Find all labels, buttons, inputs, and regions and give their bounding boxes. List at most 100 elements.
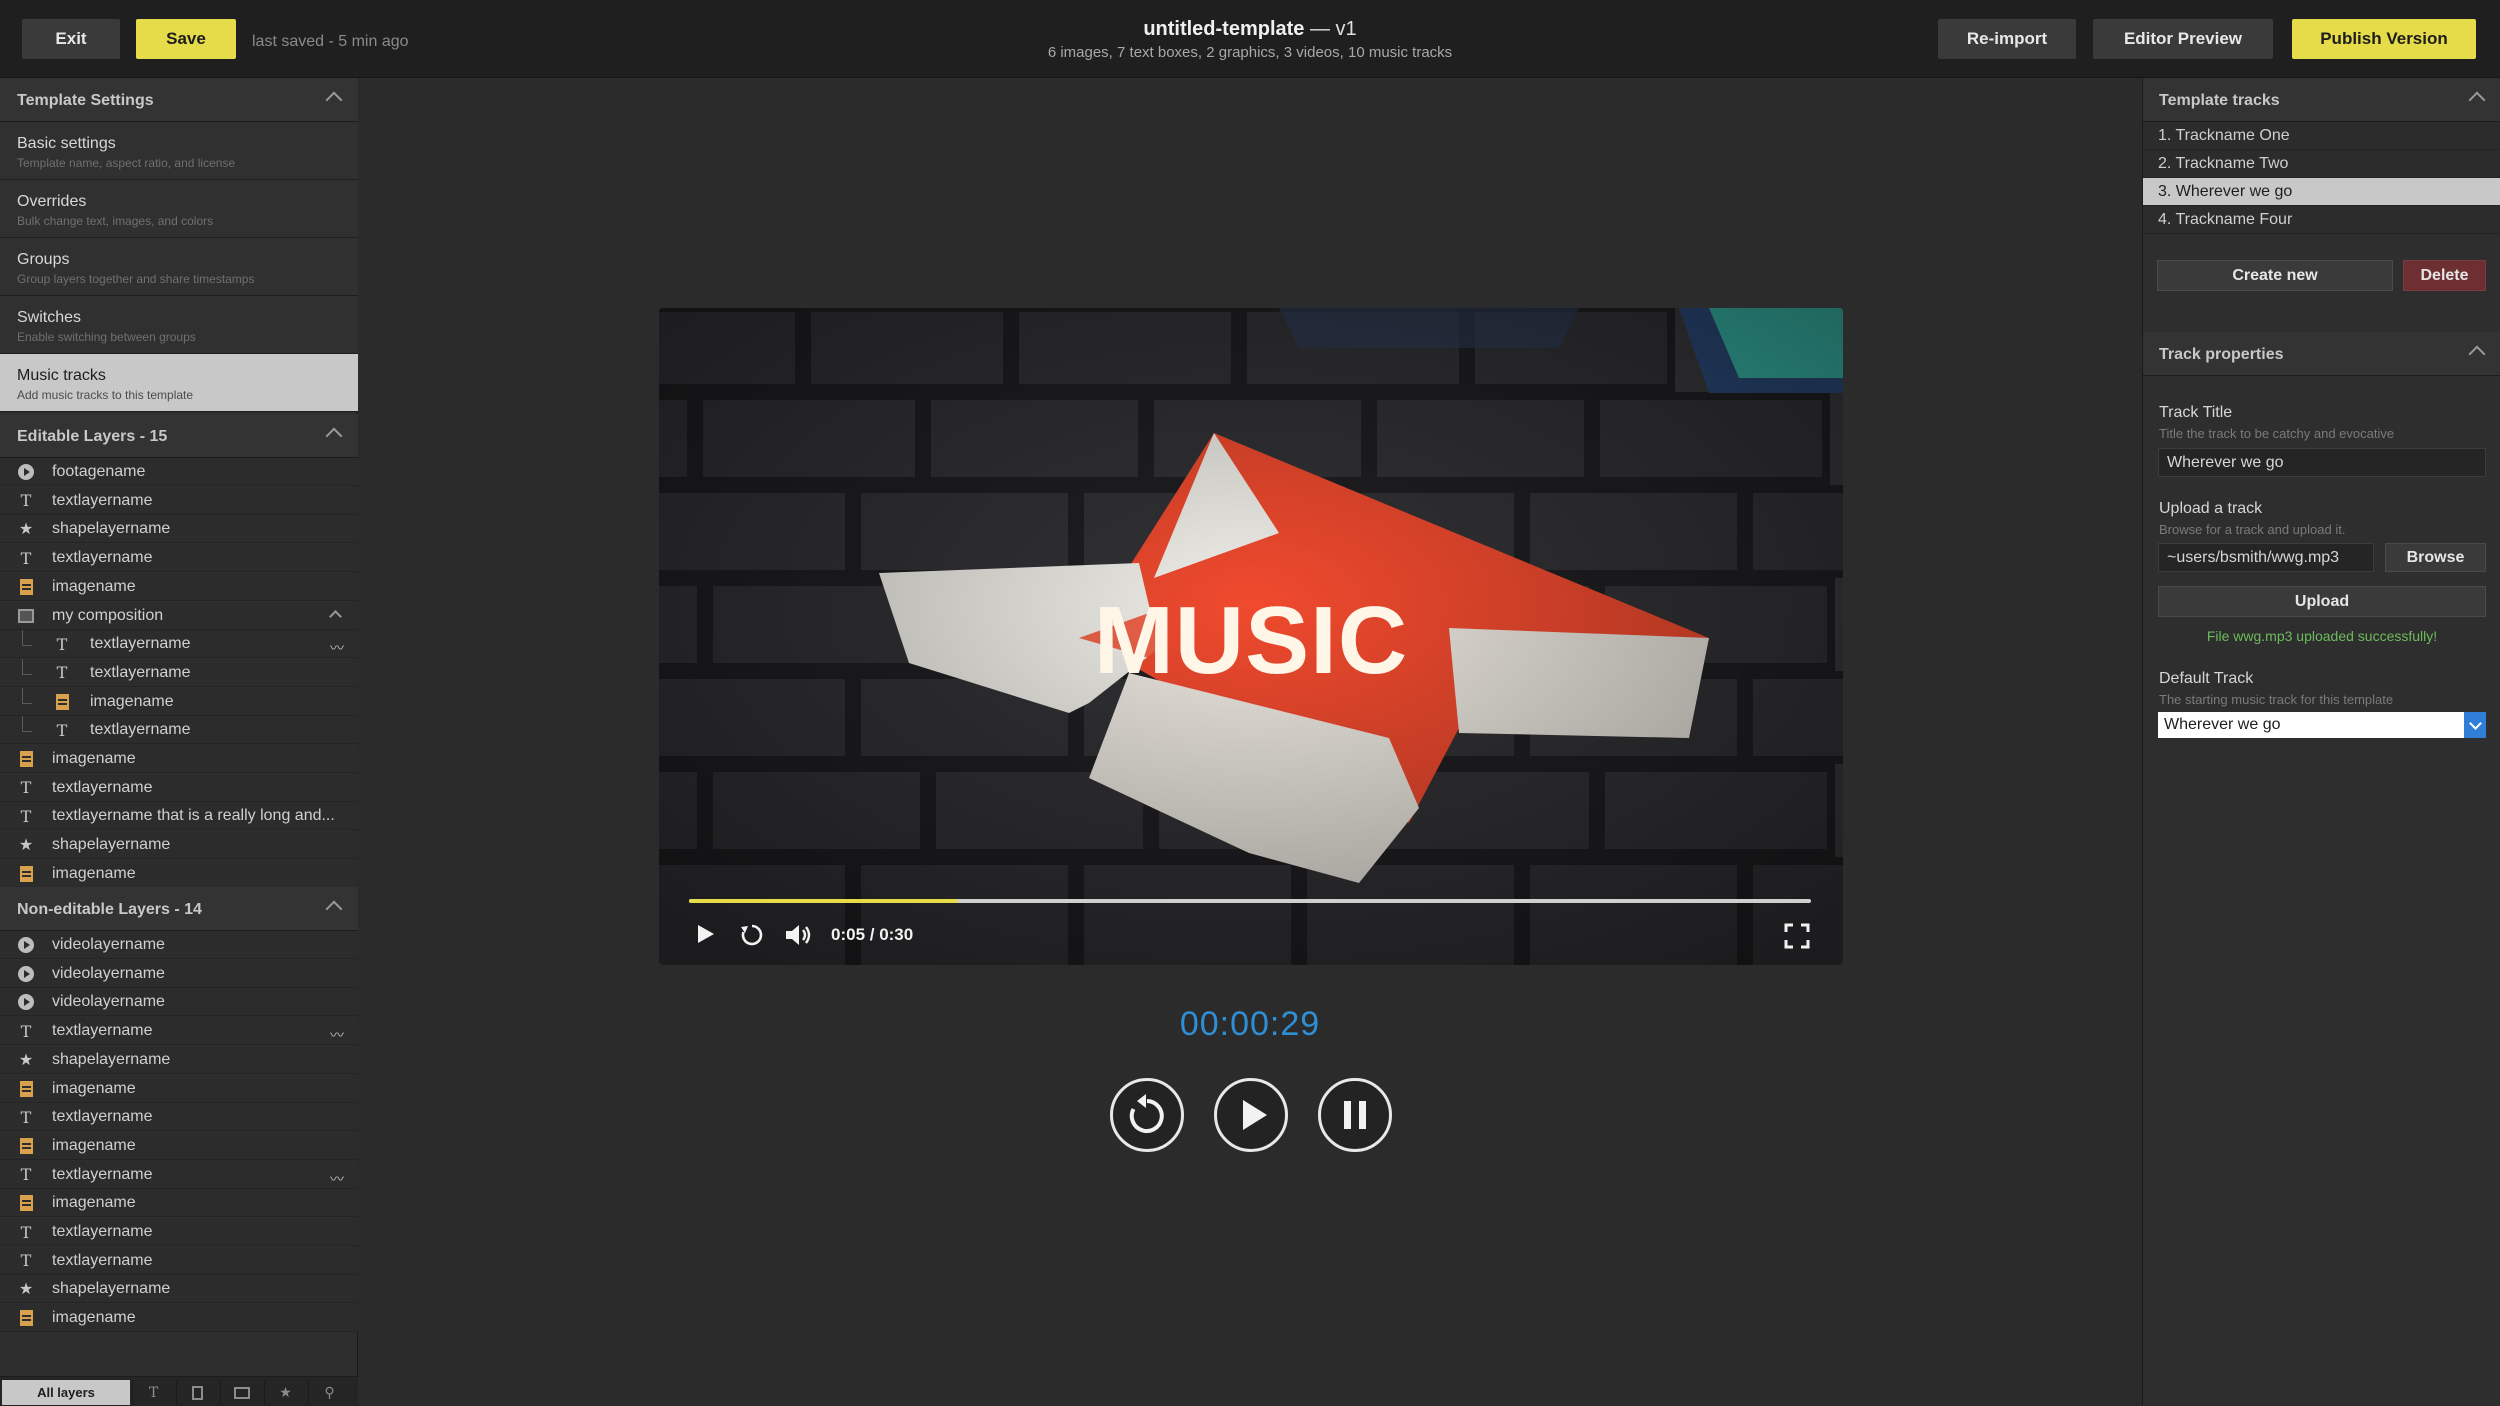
track-item[interactable]: 4. Trackname Four bbox=[2143, 206, 2500, 234]
layer-row[interactable]: Ttextlayername 〰 bbox=[0, 630, 358, 659]
text-icon: T bbox=[20, 1107, 32, 1127]
layer-row[interactable]: imagename bbox=[0, 745, 358, 773]
video-replay-icon[interactable] bbox=[739, 922, 765, 948]
left-panel: Template Settings Basic settings Templat… bbox=[0, 78, 358, 1406]
editable-layers-header[interactable]: Editable Layers - 15 bbox=[0, 414, 358, 458]
file-path-input[interactable]: ~users/bsmith/wwg.mp3 bbox=[2158, 543, 2374, 572]
layer-row[interactable]: Ttextlayername bbox=[0, 486, 358, 515]
setting-basic[interactable]: Basic settings Template name, aspect rat… bbox=[0, 122, 358, 180]
text-icon: T bbox=[20, 806, 32, 826]
animated-text-icon[interactable]: 〰 bbox=[330, 1169, 344, 1189]
play-button[interactable] bbox=[1214, 1078, 1288, 1152]
layer-row[interactable]: imagename bbox=[0, 687, 358, 716]
layer-row[interactable]: ★ shapelayername bbox=[0, 831, 358, 860]
non-editable-layers-header[interactable]: Non-editable Layers - 14 bbox=[0, 887, 358, 931]
layer-row[interactable]: Ttextlayername bbox=[0, 658, 358, 687]
play-icon bbox=[1243, 1100, 1267, 1130]
video-play-icon[interactable] bbox=[693, 922, 717, 946]
reimport-button[interactable]: Re-import bbox=[1938, 19, 2076, 59]
setting-switches[interactable]: Switches Enable switching between groups bbox=[0, 296, 358, 354]
replay-button[interactable] bbox=[1110, 1078, 1184, 1152]
collapse-chevron-icon[interactable] bbox=[325, 900, 343, 918]
collapse-chevron-icon[interactable] bbox=[325, 91, 343, 109]
layer-row[interactable]: imagename bbox=[0, 859, 358, 888]
layer-row[interactable]: Ttextlayername bbox=[0, 1218, 358, 1246]
track-label: 4. Trackname Four bbox=[2158, 211, 2293, 228]
track-title-input[interactable]: Wherever we go bbox=[2158, 448, 2486, 477]
layer-row[interactable]: imagename bbox=[0, 1189, 358, 1218]
default-track-select[interactable]: Wherever we go bbox=[2158, 712, 2486, 738]
layer-label: shapelayername bbox=[52, 1050, 171, 1068]
setting-music-tracks[interactable]: Music tracks Add music tracks to this te… bbox=[0, 354, 358, 412]
layer-label: shapelayername bbox=[52, 836, 171, 854]
track-item[interactable]: 1. Trackname One bbox=[2143, 122, 2500, 150]
pause-button[interactable] bbox=[1318, 1078, 1392, 1152]
collapse-chevron-icon[interactable] bbox=[2468, 91, 2486, 109]
layer-row[interactable]: ★ shapelayername bbox=[0, 1275, 358, 1304]
setting-overrides[interactable]: Overrides Bulk change text, images, and … bbox=[0, 180, 358, 238]
layer-row[interactable]: Ttextlayername bbox=[0, 1103, 358, 1132]
layer-row[interactable]: Ttextlayername that is a really long and… bbox=[0, 802, 358, 831]
layer-label: videolayername bbox=[52, 936, 165, 953]
text-icon: T bbox=[20, 491, 32, 511]
collapse-chevron-icon[interactable] bbox=[2468, 345, 2486, 363]
layer-row[interactable]: ★ shapelayername bbox=[0, 515, 358, 544]
layer-row[interactable]: videolayername bbox=[0, 959, 358, 988]
filter-link-icon[interactable]: ⚲ bbox=[308, 1380, 350, 1405]
filter-text-icon[interactable]: T bbox=[132, 1380, 174, 1405]
chevron-down-icon[interactable] bbox=[2464, 712, 2486, 738]
video-preview[interactable]: MUSIC 0:05 / 0:30 bbox=[659, 308, 1843, 965]
layer-label: shapelayername bbox=[52, 1280, 171, 1298]
layer-row[interactable]: Ttextlayername bbox=[0, 773, 358, 802]
video-icon bbox=[18, 965, 34, 982]
filter-composition-icon[interactable] bbox=[220, 1380, 262, 1405]
replay-icon bbox=[1129, 1094, 1164, 1133]
layer-row[interactable]: imagename bbox=[0, 572, 358, 601]
layer-row[interactable]: imagename bbox=[0, 1131, 358, 1160]
collapse-chevron-icon[interactable] bbox=[329, 609, 342, 623]
fullscreen-icon[interactable] bbox=[1783, 922, 1811, 950]
layer-row[interactable]: imagename bbox=[0, 1304, 358, 1333]
collapse-chevron-icon[interactable] bbox=[325, 427, 343, 445]
layer-row[interactable]: imagename bbox=[0, 1074, 358, 1103]
layer-row[interactable]: videolayername bbox=[0, 931, 358, 959]
star-icon: ★ bbox=[18, 521, 34, 539]
animated-text-icon[interactable]: 〰 bbox=[330, 638, 344, 658]
layer-label: my composition bbox=[52, 606, 164, 624]
editor-preview-button[interactable]: Editor Preview bbox=[2093, 19, 2273, 59]
layer-row[interactable]: my composition bbox=[0, 601, 358, 630]
image-icon bbox=[18, 1310, 34, 1327]
delete-track-button[interactable]: Delete bbox=[2403, 260, 2486, 291]
setting-name: Groups bbox=[17, 251, 70, 268]
template-tracks-header[interactable]: Template tracks bbox=[2143, 78, 2500, 122]
layer-row[interactable]: Ttextlayername 〰 bbox=[0, 1160, 358, 1189]
filter-all-layers[interactable]: All layers bbox=[2, 1380, 130, 1405]
layer-row[interactable]: footagename bbox=[0, 458, 358, 486]
overlay-title-text: MUSIC bbox=[1093, 587, 1409, 694]
filter-shape-icon[interactable]: ★ bbox=[264, 1380, 306, 1405]
track-properties-header[interactable]: Track properties bbox=[2143, 332, 2500, 376]
video-volume-icon[interactable] bbox=[783, 922, 813, 948]
track-item-selected[interactable]: 3. Wherever we go bbox=[2143, 178, 2500, 206]
layer-row[interactable]: Ttextlayername bbox=[0, 716, 358, 745]
track-label: 2. Trackname Two bbox=[2158, 155, 2289, 172]
create-new-track-button[interactable]: Create new bbox=[2157, 260, 2393, 291]
browse-button[interactable]: Browse bbox=[2385, 543, 2486, 572]
track-item[interactable]: 2. Trackname Two bbox=[2143, 150, 2500, 178]
filter-image-icon[interactable] bbox=[176, 1380, 218, 1405]
star-icon: ★ bbox=[18, 837, 34, 855]
layer-row[interactable]: Ttextlayername bbox=[0, 1246, 358, 1275]
image-icon bbox=[18, 578, 34, 595]
publish-version-button[interactable]: Publish Version bbox=[2292, 19, 2476, 59]
default-track-label: Default Track bbox=[2159, 670, 2254, 687]
layer-row[interactable]: ★ shapelayername bbox=[0, 1045, 358, 1074]
template-settings-header[interactable]: Template Settings bbox=[0, 78, 358, 122]
right-panel: Template tracks 1. Trackname One 2. Trac… bbox=[2142, 78, 2500, 1406]
top-bar: Exit Save last saved - 5 min ago untitle… bbox=[0, 0, 2500, 78]
setting-groups[interactable]: Groups Group layers together and share t… bbox=[0, 238, 358, 296]
video-seek-bar[interactable] bbox=[689, 899, 1811, 903]
image-icon bbox=[18, 865, 34, 882]
layer-row[interactable]: Ttextlayername bbox=[0, 544, 358, 573]
composition-icon bbox=[18, 608, 34, 624]
upload-button[interactable]: Upload bbox=[2158, 586, 2486, 617]
